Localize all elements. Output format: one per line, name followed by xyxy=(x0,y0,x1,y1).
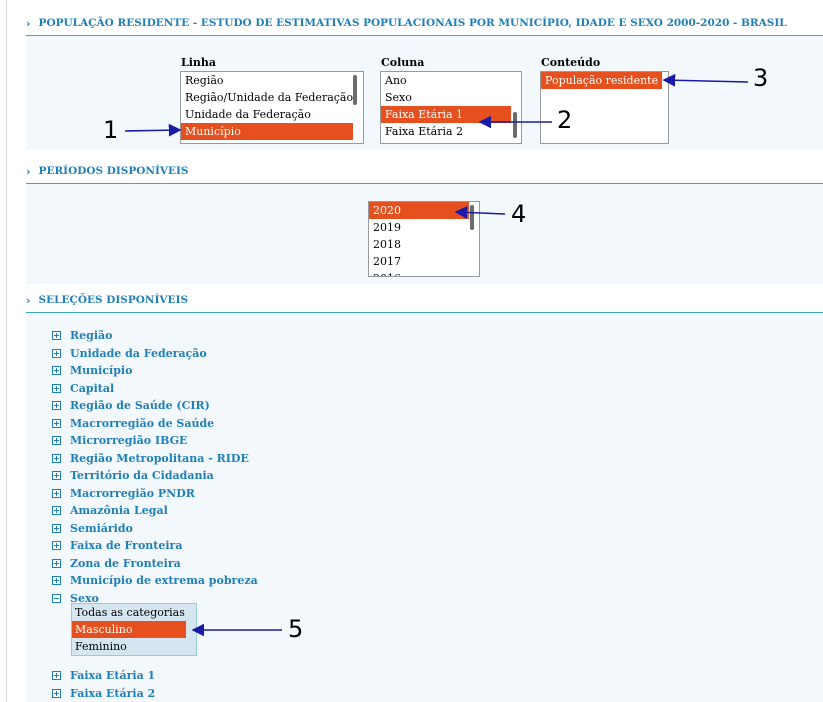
arrow-4 xyxy=(454,206,506,219)
arrow-1 xyxy=(124,123,182,137)
annotation-number-4: 4 xyxy=(511,200,527,228)
annotation-arrows xyxy=(124,73,749,637)
annotation-number-2: 2 xyxy=(557,106,573,134)
annotation-number-1: 1 xyxy=(103,116,119,144)
arrow-3 xyxy=(662,73,749,87)
annotation-number-3: 3 xyxy=(753,64,769,92)
annotation-number-5: 5 xyxy=(288,615,304,643)
